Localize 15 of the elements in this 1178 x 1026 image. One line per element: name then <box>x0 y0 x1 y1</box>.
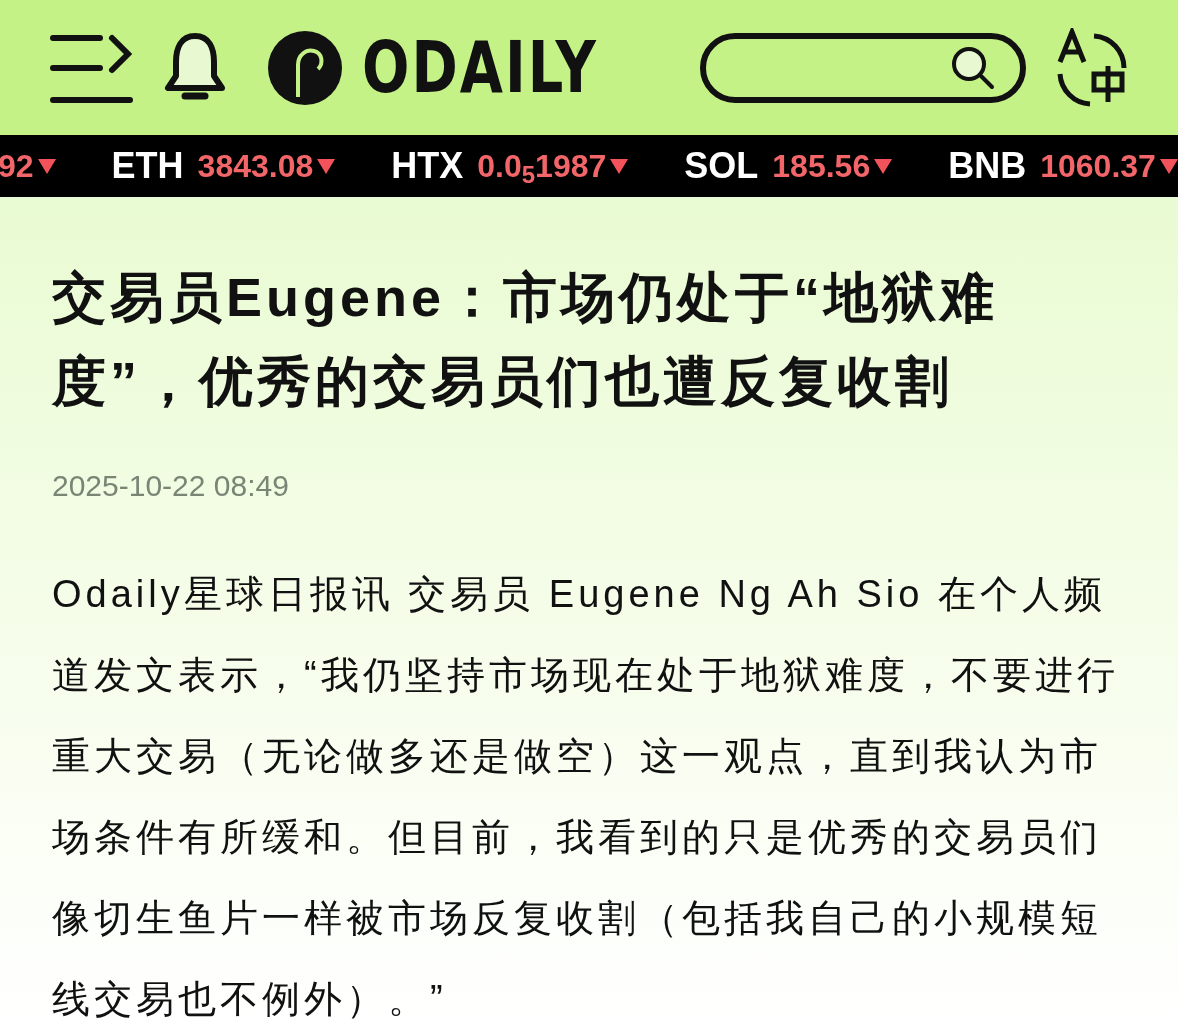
ticker-symbol: HTX <box>391 144 464 188</box>
article-body: Odaily星球日报讯 交易员 Eugene Ng Ah Sio 在个人频道发文表示，“我仍坚持市场现在处于地狱难度，不要进行重大交易（无论做多还是做空）这一观点，直到我认为市场条件有所缓和。但目前，我看到的只是优秀的交易员们像切生鱼片一样被市场反复收割（包括我自己的小规模短线交易也不例外）。” <box>52 572 1120 1022</box>
ticker-price: 1060.37 <box>1040 147 1156 186</box>
search-field[interactable] <box>700 32 1026 103</box>
logo-text: ODAILY <box>362 31 598 104</box>
ticker-price: 0.0$_{5}$1987 <box>477 147 607 190</box>
logo-icon <box>268 30 342 105</box>
ticker-symbol: SOL <box>684 144 759 188</box>
ticker-price: 185.56 <box>772 147 871 186</box>
ticker-symbol: ETH <box>111 144 184 188</box>
article-title: 交易员Eugene：市场仍处于“地狱难度”，优秀的交易员们也遭反复收割 <box>52 266 1000 413</box>
ticker-symbol: BNB <box>948 144 1027 188</box>
search-icon <box>950 44 996 91</box>
ticker-price: 3843.08 <box>197 147 314 186</box>
article-date: 2025-10-22 08:49 <box>52 468 290 504</box>
